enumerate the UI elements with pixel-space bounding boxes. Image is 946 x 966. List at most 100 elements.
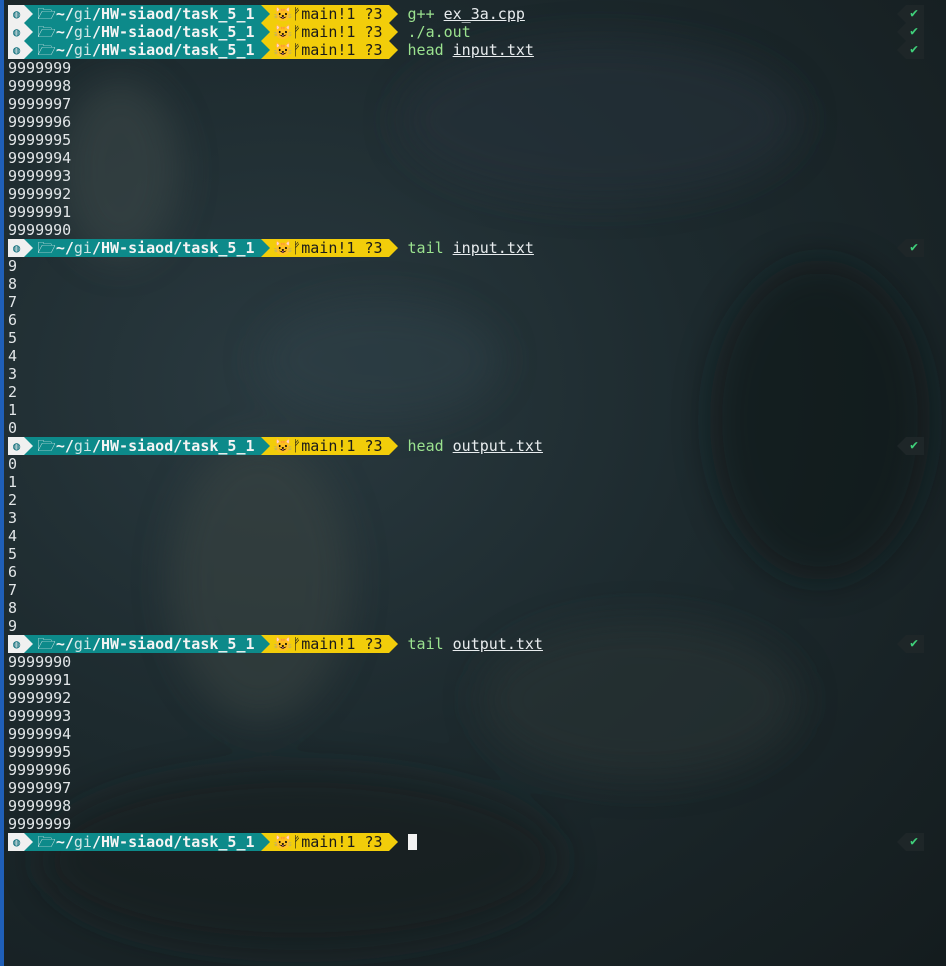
output-line: 0	[8, 419, 18, 437]
command[interactable]: g++	[408, 5, 435, 23]
output-line: 6	[8, 563, 18, 581]
output-line: 5	[8, 329, 18, 347]
output-line: 0	[8, 455, 18, 473]
dir-sep: /	[91, 239, 101, 257]
command-argument[interactable]: output.txt	[453, 635, 543, 653]
dir-tail: /task_5_1	[173, 23, 255, 41]
status-separator	[897, 635, 907, 653]
output-line: 9999996	[8, 113, 72, 131]
os-logo-icon: ◍	[8, 239, 25, 257]
output-line: 9999993	[8, 167, 72, 185]
output-line: 4	[8, 347, 18, 365]
prompt-line: ◍ 🗁 ~/gi / HW-siaod/task_5_1 😺 ᚠ main !1 ?3 t…	[8, 239, 946, 257]
directory-path: 🗁 ~/gi / HW-siaod/task_5_1	[33, 437, 261, 455]
segment-separator	[260, 437, 270, 455]
branch-name: main	[301, 833, 338, 851]
dir-repo: HW-siaod	[101, 635, 174, 653]
output-line: 1	[8, 401, 18, 419]
dir-home: ~/	[55, 635, 74, 653]
segment-separator	[260, 41, 270, 59]
os-logo-icon: ◍	[8, 41, 25, 59]
git-changes: !1 ?3	[337, 635, 383, 653]
output-line: 7	[8, 293, 18, 311]
command[interactable]: head	[408, 41, 444, 59]
branch-icon: ᚠ	[292, 437, 302, 455]
dir-mid: gi	[73, 41, 92, 59]
branch-name: main	[301, 635, 338, 653]
command[interactable]: ./a.out	[408, 23, 471, 41]
output-line: 9999991	[8, 203, 72, 221]
command[interactable]: head	[408, 437, 444, 455]
dir-repo: HW-siaod	[101, 833, 174, 851]
git-status-segment: 😺 ᚠ main !1 ?3	[269, 5, 389, 23]
github-cat-icon: 😺	[273, 41, 293, 59]
dir-repo: HW-siaod	[101, 23, 174, 41]
segment-separator	[24, 437, 34, 455]
os-logo-icon: ◍	[8, 635, 25, 653]
dir-repo: HW-siaod	[101, 437, 174, 455]
output-line: 6	[8, 311, 18, 329]
dir-tail: /task_5_1	[173, 635, 255, 653]
dir-mid: gi	[73, 437, 92, 455]
output-line: 9999994	[8, 725, 72, 743]
output-line: 9999992	[8, 689, 72, 707]
segment-separator	[260, 23, 270, 41]
status-separator	[897, 41, 907, 59]
command-argument[interactable]: input.txt	[453, 239, 534, 257]
segment-separator	[24, 5, 34, 23]
os-logo-icon: ◍	[8, 5, 25, 23]
command-argument[interactable]: input.txt	[453, 41, 534, 59]
git-status-segment: 😺 ᚠ main !1 ?3	[269, 23, 389, 41]
command-argument[interactable]: output.txt	[453, 437, 543, 455]
segment-separator	[388, 239, 398, 257]
command[interactable]: tail	[408, 635, 444, 653]
dir-tail: /task_5_1	[173, 437, 255, 455]
output-line: 9999995	[8, 131, 72, 149]
segment-separator	[24, 41, 34, 59]
command[interactable]: tail	[408, 239, 444, 257]
segment-separator	[24, 635, 34, 653]
output-line: 9999997	[8, 95, 72, 113]
segment-separator	[260, 5, 270, 23]
folder-icon: 🗁	[37, 41, 56, 59]
dir-sep: /	[91, 833, 101, 851]
directory-path: 🗁 ~/gi / HW-siaod/task_5_1	[33, 635, 261, 653]
branch-icon: ᚠ	[292, 239, 302, 257]
text-cursor[interactable]	[407, 834, 417, 850]
branch-name: main	[301, 23, 338, 41]
output-line: 9999998	[8, 77, 72, 95]
exit-status: ✔	[897, 5, 924, 23]
status-separator	[897, 5, 907, 23]
github-cat-icon: 😺	[273, 635, 293, 653]
checkmark-icon: ✔	[906, 41, 924, 59]
exit-status: ✔	[897, 833, 924, 851]
directory-path: 🗁 ~/gi / HW-siaod/task_5_1	[33, 23, 261, 41]
dir-mid: gi	[73, 23, 92, 41]
terminal-content: ◍ 🗁 ~/gi / HW-siaod/task_5_1 😺 ᚠ main !1 ?3 g…	[8, 5, 946, 851]
output-line: 9999991	[8, 671, 72, 689]
segment-separator	[24, 239, 34, 257]
segment-separator	[24, 833, 34, 851]
segment-separator	[260, 635, 270, 653]
exit-status: ✔	[897, 239, 924, 257]
output-line: 9	[8, 617, 18, 635]
output-line: 9999999	[8, 815, 72, 833]
branch-name: main	[301, 239, 338, 257]
dir-tail: /task_5_1	[173, 5, 255, 23]
exit-status: ✔	[897, 437, 924, 455]
directory-path: 🗁 ~/gi / HW-siaod/task_5_1	[33, 833, 261, 851]
checkmark-icon: ✔	[906, 833, 924, 851]
branch-icon: ᚠ	[292, 23, 302, 41]
github-cat-icon: 😺	[273, 437, 293, 455]
output-line: 9	[8, 257, 18, 275]
window-left-border	[0, 0, 4, 966]
folder-icon: 🗁	[37, 239, 56, 257]
git-status-segment: 😺 ᚠ main !1 ?3	[269, 833, 389, 851]
output-line: 9999995	[8, 743, 72, 761]
segment-separator	[260, 239, 270, 257]
checkmark-icon: ✔	[906, 437, 924, 455]
dir-sep: /	[91, 23, 101, 41]
git-changes: !1 ?3	[337, 5, 383, 23]
command-argument[interactable]: ex_3a.cpp	[444, 5, 525, 23]
output-line: 9999993	[8, 707, 72, 725]
